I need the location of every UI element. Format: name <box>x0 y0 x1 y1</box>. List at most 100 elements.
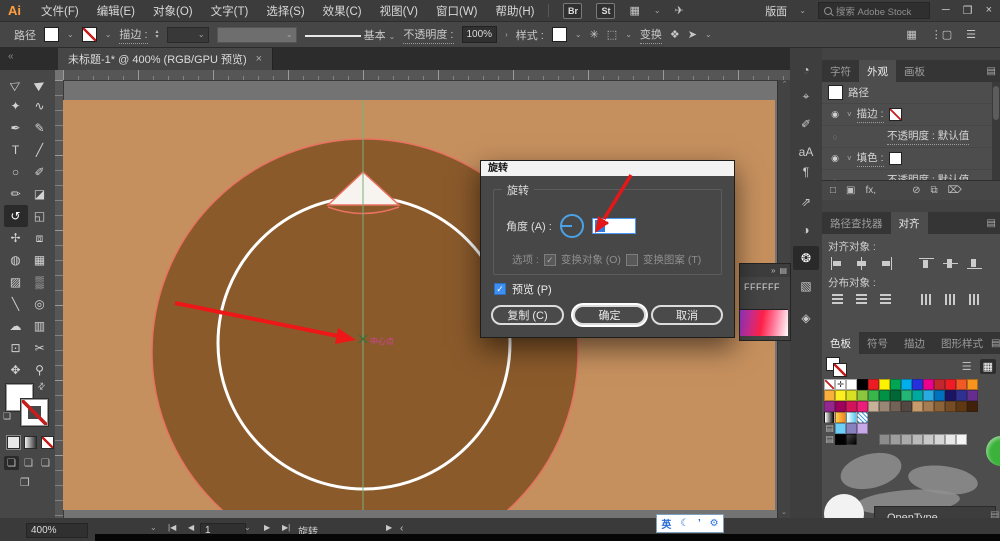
new-effect-icon[interactable]: fx, <box>866 185 877 196</box>
swatch-gradient[interactable] <box>846 434 857 445</box>
swatch-color[interactable] <box>934 390 945 401</box>
brushes-panel-icon[interactable]: ✐ <box>793 112 819 136</box>
cancel-button[interactable]: 取消 <box>651 305 723 325</box>
type-tool[interactable]: T <box>4 139 28 161</box>
hand-tool[interactable]: ✥ <box>4 359 28 381</box>
menu-item-4[interactable]: 选择(S) <box>266 3 304 19</box>
angle-dial-icon[interactable] <box>559 214 584 238</box>
swatch-color[interactable] <box>835 423 846 434</box>
swatch-color[interactable] <box>967 401 978 412</box>
share-icon[interactable]: ✈ <box>675 4 684 17</box>
swatch-color[interactable] <box>934 379 945 390</box>
swatch-color[interactable] <box>846 379 857 390</box>
chevron-down-icon[interactable]: ˅ <box>847 110 852 119</box>
align-horizontal-center-icon[interactable] <box>854 257 869 270</box>
stroke-proxy-swatch[interactable] <box>21 399 48 426</box>
panel-scrollbar[interactable] <box>992 82 1000 192</box>
swatch-registration[interactable]: ✛ <box>835 379 846 390</box>
stock-search-input[interactable]: 搜索 Adobe Stock <box>817 2 930 19</box>
none-button[interactable] <box>41 436 54 449</box>
workspace-switcher[interactable]: 版面 <box>765 3 787 19</box>
swatch-color[interactable] <box>857 390 868 401</box>
mini-fill-stroke-icon[interactable] <box>826 357 848 377</box>
menu-item-3[interactable]: 文字(T) <box>211 3 249 19</box>
magic-wand-tool[interactable]: ✦ <box>4 95 28 117</box>
dialog-title[interactable]: 旋转 <box>481 161 734 176</box>
new-fill-icon[interactable]: ▣ <box>846 185 855 196</box>
pen-tool[interactable]: ✒ <box>4 117 28 139</box>
direct-selection-tool[interactable]: ▷ <box>4 73 28 95</box>
menu-item-0[interactable]: 文件(F) <box>41 3 79 19</box>
default-fill-stroke-icon[interactable]: ❏ <box>3 411 11 422</box>
play-icon[interactable]: ▶ <box>386 523 392 532</box>
ime-toolbar[interactable]: 英 ☾ ’ ⚙ <box>656 514 724 533</box>
layers-panel-icon[interactable]: ◈ <box>793 306 819 330</box>
align-vertical-center-icon[interactable] <box>943 257 958 270</box>
minimize-button[interactable]: ─ <box>942 4 950 17</box>
list-view-icon[interactable]: ☰ <box>959 359 975 374</box>
swatch-color[interactable] <box>956 401 967 412</box>
navigator-panel-icon[interactable]: ◔ <box>793 58 819 82</box>
stroke-weight-select[interactable]: ⌄ <box>166 26 209 43</box>
color-panel-icon[interactable]: ❂ <box>793 246 819 270</box>
tab-swatches-2[interactable]: 描边 <box>896 332 933 354</box>
swatch-color[interactable] <box>923 379 934 390</box>
arrange-documents-icon[interactable]: ▦ <box>629 4 639 17</box>
chevron-down-icon[interactable]: ⌄ <box>150 523 157 532</box>
swatch-color[interactable] <box>824 390 835 401</box>
artboard-tool[interactable]: ⊡ <box>4 337 28 359</box>
duplicate-item-icon[interactable]: ⧉ <box>930 185 937 196</box>
menu-item-2[interactable]: 对象(O) <box>153 3 193 19</box>
swatch-color[interactable] <box>857 379 868 390</box>
ellipse-tool[interactable]: ○ <box>4 161 28 183</box>
menu-item-6[interactable]: 视图(V) <box>380 3 418 19</box>
ime-moon-icon[interactable]: ☾ <box>680 518 689 529</box>
swatch-color[interactable] <box>824 401 835 412</box>
swatch-color[interactable] <box>857 423 868 434</box>
control-menu-icon[interactable]: ☰ <box>966 28 976 41</box>
swatch-color[interactable] <box>879 434 890 445</box>
swatch-color[interactable] <box>890 390 901 401</box>
ime-language-indicator[interactable]: 英 <box>661 516 671 531</box>
swatch-color[interactable] <box>934 401 945 412</box>
tab-appearance-1[interactable]: 外观 <box>859 60 896 82</box>
swatch-color[interactable] <box>912 434 923 445</box>
distribute-horizontal-left-icon[interactable] <box>919 293 934 306</box>
swatch-color[interactable] <box>901 434 912 445</box>
width-tool[interactable]: ✢ <box>4 227 28 249</box>
angle-input[interactable]: 0 ° <box>591 218 636 234</box>
stroke-weight-link[interactable]: 描边 : <box>119 26 148 44</box>
gradient-button[interactable] <box>24 436 37 449</box>
selection-tool[interactable]: ▶ <box>28 73 52 95</box>
fill-color-swatch[interactable] <box>44 27 59 42</box>
tab-appearance-2[interactable]: 画板 <box>896 60 933 82</box>
slice-tool[interactable]: ✂ <box>28 337 52 359</box>
grid-view-icon[interactable]: ▦ <box>979 358 996 374</box>
copy-button[interactable]: 复制 (C) <box>491 305 564 325</box>
appearance-row-fill[interactable]: ◉ ˅ 填色 : <box>822 148 1000 170</box>
visibility-eye-icon[interactable]: ◉ <box>828 109 842 120</box>
style-swatch[interactable] <box>551 27 567 42</box>
swatch-color[interactable] <box>879 379 890 390</box>
menu-item-7[interactable]: 窗口(W) <box>436 3 478 19</box>
free-transform-tool[interactable]: ⧈ <box>28 227 52 249</box>
distribute-vertical-bottom-icon[interactable] <box>878 293 893 306</box>
line-segment-tool[interactable]: ╱ <box>28 139 52 161</box>
swatch-none[interactable] <box>824 379 835 390</box>
preview-checkbox[interactable]: ✓ <box>494 283 506 295</box>
perspective-grid-tool[interactable]: ▦ <box>28 249 52 271</box>
swatch-folder-icon[interactable]: ▤ <box>824 434 835 445</box>
gradient-tool[interactable]: ▒ <box>28 271 52 293</box>
expand-panel-icon[interactable]: » <box>771 266 775 275</box>
select-similar-icon[interactable]: ⬚ <box>607 28 617 41</box>
panel-menu-icon[interactable]: ▤ <box>779 266 787 275</box>
menu-item-8[interactable]: 帮助(H) <box>496 3 535 19</box>
swatch-color[interactable] <box>901 379 912 390</box>
symbol-sprayer-tool[interactable]: ☁ <box>4 315 28 337</box>
ime-settings-icon[interactable]: ⚙ <box>710 518 719 529</box>
swatch-color[interactable] <box>923 390 934 401</box>
document-tab[interactable]: 未标题-1* @ 400% (RGB/GPU 预览) × <box>58 48 274 70</box>
swatch-color[interactable] <box>835 434 846 445</box>
swatch-color[interactable] <box>956 434 967 445</box>
variable-width-select[interactable]: ⌄ <box>216 26 297 43</box>
